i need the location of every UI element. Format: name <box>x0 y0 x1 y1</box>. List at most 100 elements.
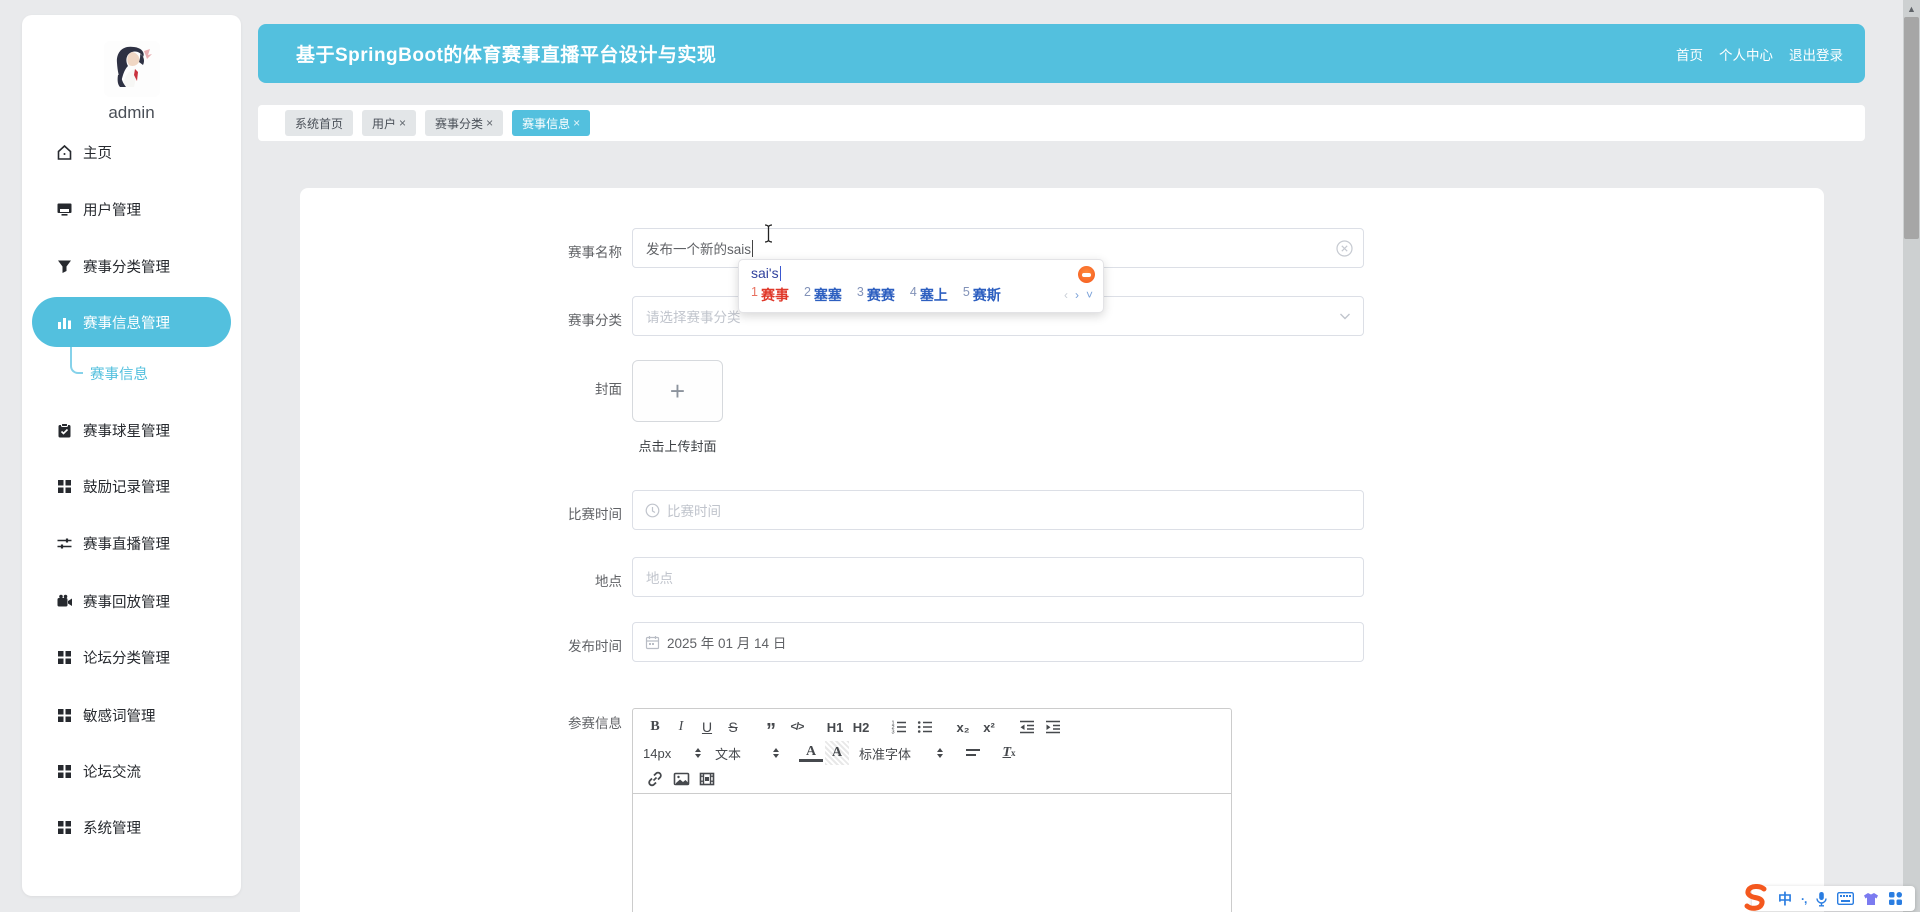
sogou-logo-icon[interactable] <box>1078 266 1095 283</box>
location-label: 地点 <box>595 574 622 589</box>
strikethrough-button[interactable]: S <box>721 715 745 739</box>
scrollbar-thumb[interactable] <box>1904 17 1919 239</box>
ime-prev-icon[interactable]: ‹ <box>1064 288 1068 302</box>
tab-label: 赛事分类 <box>435 116 484 131</box>
sidebar-item-label: 赛事直播管理 <box>83 536 170 553</box>
ime-lang-toggle[interactable]: 中 <box>1778 889 1792 909</box>
ime-expand-icon[interactable]: ˅ <box>1086 288 1093 302</box>
ime-candidate-4[interactable]: 4 塞上 <box>910 285 948 305</box>
sidebar-item-forum-category[interactable]: 论坛分类管理 <box>56 645 170 669</box>
cover-upload-button[interactable]: + <box>632 360 723 422</box>
bar-chart-icon <box>58 317 71 329</box>
match-time-input[interactable]: 比赛时间 <box>632 490 1364 530</box>
sidebar-item-sensitive-words[interactable]: 敏感词管理 <box>56 703 156 727</box>
cover-label: 封面 <box>595 382 622 397</box>
sidebar-item-encourage-records[interactable]: 鼓励记录管理 <box>56 474 170 498</box>
bold-button[interactable]: B <box>643 715 667 739</box>
sidebar-item-event-category[interactable]: 赛事分类管理 <box>56 254 170 278</box>
ime-candidate-2[interactable]: 2 塞塞 <box>804 285 842 305</box>
event-name-label: 赛事名称 <box>568 245 622 260</box>
tab-event-category[interactable]: 赛事分类 × <box>425 110 504 136</box>
superscript-button[interactable]: x² <box>977 715 1001 739</box>
grid-icon <box>58 650 71 664</box>
tab-users[interactable]: 用户 × <box>362 110 417 136</box>
tab-event-info[interactable]: 赛事信息 × <box>512 110 591 136</box>
sidebar-item-label: 赛事信息管理 <box>83 315 170 332</box>
ime-next-icon[interactable]: › <box>1075 288 1079 302</box>
sidebar-item-label: 敏感词管理 <box>83 708 156 725</box>
indent-button[interactable] <box>1041 715 1065 739</box>
ime-candidate-3[interactable]: 3 赛赛 <box>857 285 895 305</box>
editor-content-area[interactable] <box>633 794 1231 912</box>
text-color-button[interactable]: A <box>799 744 823 762</box>
ime-candidate-5[interactable]: 5 赛斯 <box>963 285 1001 305</box>
microphone-icon[interactable] <box>1815 891 1828 907</box>
tab-close-icon[interactable]: × <box>399 116 406 130</box>
sidebar-item-replay-management[interactable]: 赛事回放管理 <box>56 589 170 613</box>
insert-image-button[interactable] <box>669 767 693 791</box>
heading2-button[interactable]: H2 <box>849 715 873 739</box>
sidebar-item-home[interactable]: 主页 <box>56 140 112 164</box>
highlight-color-button[interactable]: A <box>825 741 849 765</box>
sidebar-item-forum-exchange[interactable]: 论坛交流 <box>56 759 141 783</box>
heading1-button[interactable]: H1 <box>823 715 847 739</box>
sidebar-item-label: 论坛交流 <box>83 764 141 781</box>
nav-logout-link[interactable]: 退出登录 <box>1789 44 1843 64</box>
ordered-list-button[interactable]: 123 <box>887 715 911 739</box>
filter-icon <box>58 260 71 273</box>
insert-link-button[interactable] <box>643 767 667 791</box>
sidebar-item-label: 用户管理 <box>83 202 141 219</box>
sidebar-item-event-info-active[interactable]: 赛事信息管理 <box>32 297 231 347</box>
tab-close-icon[interactable]: × <box>573 116 580 130</box>
sidebar-subitem-event-info[interactable]: 赛事信息 <box>90 361 148 385</box>
blockquote-button[interactable]: ” <box>759 715 783 741</box>
select-arrows-icon <box>773 748 779 758</box>
tab-system-home[interactable]: 系统首页 <box>285 110 354 136</box>
keyboard-icon[interactable] <box>1837 892 1855 905</box>
nav-home-link[interactable]: 首页 <box>1676 44 1703 64</box>
cover-upload-hint: 点击上传封面 <box>638 439 717 454</box>
svg-text:3: 3 <box>892 730 895 736</box>
tray-menu-icon[interactable] <box>1888 891 1903 906</box>
candidate-word: 赛事 <box>760 287 789 303</box>
ime-candidate-1[interactable]: 1 赛事 <box>751 285 789 305</box>
font-size-select[interactable]: 14px <box>643 746 701 761</box>
sidebar-item-system-management[interactable]: 系统管理 <box>56 815 141 839</box>
select-arrows-icon <box>937 748 943 758</box>
submenu-connector <box>70 347 83 374</box>
ime-candidate-row: 1 赛事 2 塞塞 3 赛赛 4 塞上 5 赛斯 ‹ › ˅ <box>751 285 1093 305</box>
font-family-select[interactable]: 标准字体 <box>859 744 943 763</box>
candidate-word: 塞上 <box>919 287 948 303</box>
outdent-button[interactable] <box>1015 715 1039 739</box>
rich-text-editor: B I U S ” </> H1 H2 123 x₂ x² 14px 文本 A … <box>632 708 1232 912</box>
clear-input-icon[interactable] <box>1336 240 1353 257</box>
tab-close-icon[interactable]: × <box>486 116 493 130</box>
sidebar-item-users[interactable]: 用户管理 <box>56 197 141 221</box>
sogou-logo-icon[interactable] <box>1742 884 1770 912</box>
tab-bar: 系统首页 用户 × 赛事分类 × 赛事信息 × <box>258 105 1865 141</box>
bullet-list-button[interactable] <box>913 715 937 739</box>
sidebar-item-live-management[interactable]: 赛事直播管理 <box>56 531 170 555</box>
sidebar-item-event-stars[interactable]: 赛事球星管理 <box>56 418 170 442</box>
paragraph-style-select[interactable]: 文本 <box>715 744 779 763</box>
event-info-form-panel: 赛事名称 发布一个新的sais sai's 1 赛事 2 塞塞 3 赛赛 4 塞上 5赛… <box>300 188 1824 912</box>
location-input[interactable]: 地点 <box>632 557 1364 597</box>
monitor-icon <box>57 203 72 216</box>
clear-format-button[interactable]: Tx <box>997 741 1021 765</box>
italic-button[interactable]: I <box>669 715 693 739</box>
insert-video-button[interactable] <box>695 767 719 791</box>
underline-button[interactable]: U <box>695 715 719 739</box>
skin-tshirt-icon[interactable] <box>1863 892 1879 906</box>
scroll-up-icon[interactable]: ▲ <box>1903 0 1920 17</box>
subscript-button[interactable]: x₂ <box>951 715 975 739</box>
match-time-label: 比赛时间 <box>568 507 622 522</box>
sidebar-username: admin <box>108 103 155 122</box>
code-block-button[interactable]: </> <box>785 715 809 739</box>
avatar[interactable] <box>104 41 160 97</box>
publish-time-input[interactable]: 2025 年 01 月 14 日 <box>632 622 1364 662</box>
punctuation-icon[interactable]: ·, <box>1801 892 1807 906</box>
event-name-value: 发布一个新的sais <box>646 242 752 257</box>
align-button[interactable] <box>961 741 985 765</box>
candidate-num: 3 <box>856 285 864 299</box>
nav-profile-link[interactable]: 个人中心 <box>1719 44 1773 64</box>
